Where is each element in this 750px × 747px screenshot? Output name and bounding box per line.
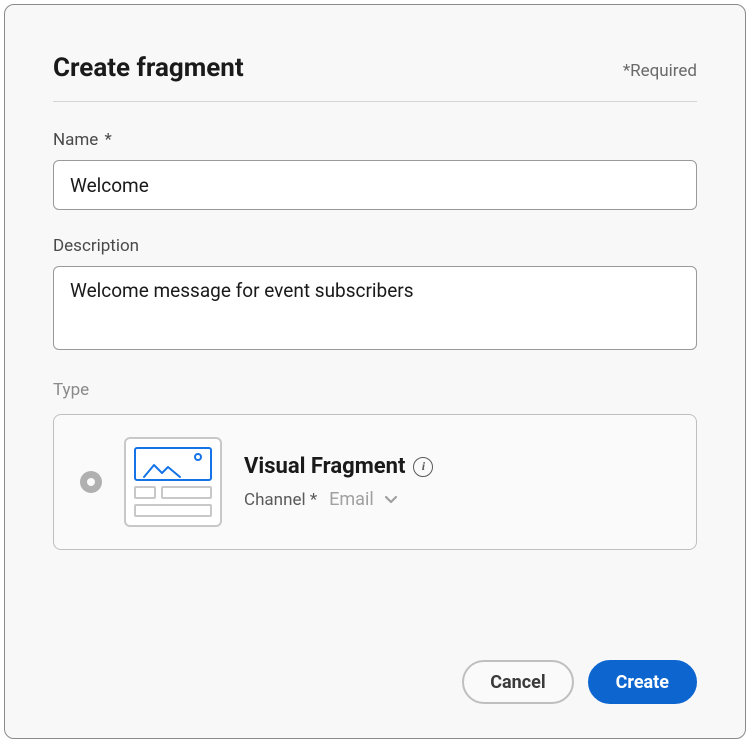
type-label: Type <box>53 380 697 400</box>
visual-fragment-option[interactable]: Visual Fragment i Channel * Email <box>53 414 697 550</box>
description-field-group: Description Welcome message for event su… <box>53 236 697 354</box>
fragment-illustration-icon <box>124 437 222 527</box>
chevron-down-icon <box>384 489 398 510</box>
create-button[interactable]: Create <box>588 660 697 704</box>
channel-value: Email <box>329 489 374 510</box>
dialog-title: Create fragment <box>53 53 244 83</box>
name-field-group: Name * <box>53 130 697 210</box>
description-label: Description <box>53 236 697 256</box>
name-label: Name * <box>53 130 697 150</box>
dialog-footer: Cancel Create <box>462 660 697 704</box>
dialog-header: Create fragment *Required <box>53 53 697 102</box>
name-input[interactable] <box>53 160 697 210</box>
type-option-title: Visual Fragment <box>244 454 405 479</box>
cancel-button[interactable]: Cancel <box>462 660 573 704</box>
radio-icon <box>80 471 102 493</box>
channel-label: Channel * <box>244 490 317 510</box>
type-details: Visual Fragment i Channel * Email <box>244 454 670 510</box>
required-indicator: *Required <box>623 61 697 81</box>
info-icon[interactable]: i <box>413 457 433 477</box>
description-input[interactable]: Welcome message for event subscribers <box>53 266 697 350</box>
create-fragment-dialog: Create fragment *Required Name * Descrip… <box>4 4 746 739</box>
type-field-group: Type Visual <box>53 380 697 550</box>
channel-select[interactable]: Email <box>329 489 398 510</box>
